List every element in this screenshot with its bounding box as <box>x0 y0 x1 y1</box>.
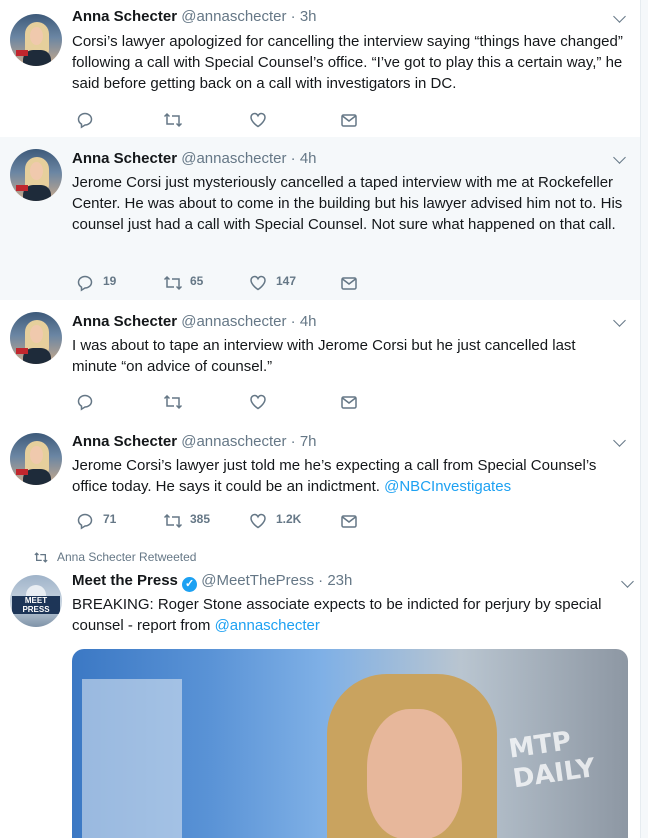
tweet-text: BREAKING: Roger Stone associate expects … <box>72 594 624 636</box>
retweet-count: 385 <box>190 512 211 526</box>
mail-icon <box>341 277 357 290</box>
retweet-icon <box>163 275 183 291</box>
retweet-icon <box>34 552 48 563</box>
heart-icon <box>250 275 266 291</box>
tweet-header: Anna Schecter @annaschecter · 3h <box>72 8 317 25</box>
chevron-down-icon[interactable] <box>613 10 626 23</box>
heart-icon <box>250 112 266 128</box>
retweet-context-label[interactable]: Anna Schecter Retweeted <box>57 550 196 564</box>
mail-icon <box>341 114 357 127</box>
reply-button[interactable]: 19 <box>76 272 136 294</box>
tweet-header: Meet the Press ✓ @MeetThePress · 23h <box>72 572 352 592</box>
avatar[interactable] <box>10 312 62 364</box>
tweet-text: Corsi’s lawyer apologized for cancelling… <box>72 33 623 92</box>
tweet[interactable]: Anna Schecter @annaschecter · 7h Jerome … <box>0 421 640 541</box>
avatar[interactable] <box>10 14 62 66</box>
like-button[interactable]: 147 <box>249 272 319 294</box>
author-name[interactable]: Anna Schecter <box>72 313 177 330</box>
author-handle-time[interactable]: @annaschecter · 4h <box>181 150 316 167</box>
heart-icon <box>250 394 266 410</box>
verified-badge-icon: ✓ <box>182 577 198 592</box>
chevron-down-icon[interactable] <box>613 151 626 164</box>
like-button[interactable]: 1.2K <box>249 510 319 532</box>
mention-link[interactable]: @NBCInvestigates <box>384 478 511 495</box>
author-name[interactable]: Anna Schecter <box>72 150 177 167</box>
reply-icon <box>77 394 93 411</box>
retweet-icon <box>163 112 183 128</box>
author-handle-time[interactable]: @annaschecter · 7h <box>181 433 316 450</box>
tweet[interactable]: Anna Schecter @annaschecter · 3h Corsi’s… <box>0 0 640 138</box>
reply-count: 19 <box>103 274 117 288</box>
chevron-down-icon[interactable] <box>613 434 626 447</box>
reply-button[interactable]: 71 <box>76 510 136 532</box>
tweet-body: BREAKING: Roger Stone associate expects … <box>72 596 602 634</box>
scrollbar[interactable] <box>640 0 648 838</box>
avatar-logo-text: MEET PRESS <box>12 596 60 614</box>
tweet-text: Jerome Corsi just mysteriously cancelled… <box>72 174 623 233</box>
tweet[interactable]: Anna Schecter @annaschecter · 4h Jerome … <box>0 137 640 301</box>
mail-icon <box>341 396 357 409</box>
reply-count: 71 <box>103 512 117 526</box>
media-person-face <box>367 709 462 838</box>
like-count: 1.2K <box>276 512 302 526</box>
avatar[interactable]: MEET PRESS <box>10 575 62 627</box>
retweet-button[interactable]: 65 <box>163 272 223 294</box>
tweet[interactable]: Anna Schecter @annaschecter · 4h I was a… <box>0 300 640 422</box>
tweet-header: Anna Schecter @annaschecter · 7h <box>72 433 317 450</box>
tweet-media-image[interactable]: MTP DAILY <box>72 649 628 838</box>
reply-icon <box>77 513 93 530</box>
like-count: 147 <box>276 274 297 288</box>
author-name[interactable]: Meet the Press <box>72 572 178 589</box>
media-background <box>82 679 182 838</box>
tweet-text: I was about to tape an interview with Je… <box>72 337 576 375</box>
author-handle-time[interactable]: @MeetThePress · 23h <box>201 572 352 589</box>
author-name[interactable]: Anna Schecter <box>72 433 177 450</box>
retweet-button[interactable]: 385 <box>163 510 223 532</box>
avatar[interactable] <box>10 149 62 201</box>
mention-link[interactable]: @annaschecter <box>215 617 320 634</box>
avatar[interactable] <box>10 433 62 485</box>
media-sign: MTP DAILY <box>506 726 598 795</box>
reply-icon <box>77 275 93 292</box>
tweet-header: Anna Schecter @annaschecter · 4h <box>72 150 317 167</box>
tweet-header: Anna Schecter @annaschecter · 4h <box>72 313 317 330</box>
author-handle-time[interactable]: @annaschecter · 3h <box>181 8 316 25</box>
author-name[interactable]: Anna Schecter <box>72 8 177 25</box>
author-handle-time[interactable]: @annaschecter · 4h <box>181 313 316 330</box>
tweet-text: Jerome Corsi’s lawyer just told me he’s … <box>72 455 624 497</box>
reply-icon <box>77 112 93 129</box>
chevron-down-icon[interactable] <box>613 314 626 327</box>
mail-icon <box>341 515 357 528</box>
retweet-icon <box>163 513 183 529</box>
retweet-icon <box>163 394 183 410</box>
tweet-body: Jerome Corsi’s lawyer just told me he’s … <box>72 457 597 495</box>
heart-icon <box>250 513 266 529</box>
retweet-count: 65 <box>190 274 204 288</box>
